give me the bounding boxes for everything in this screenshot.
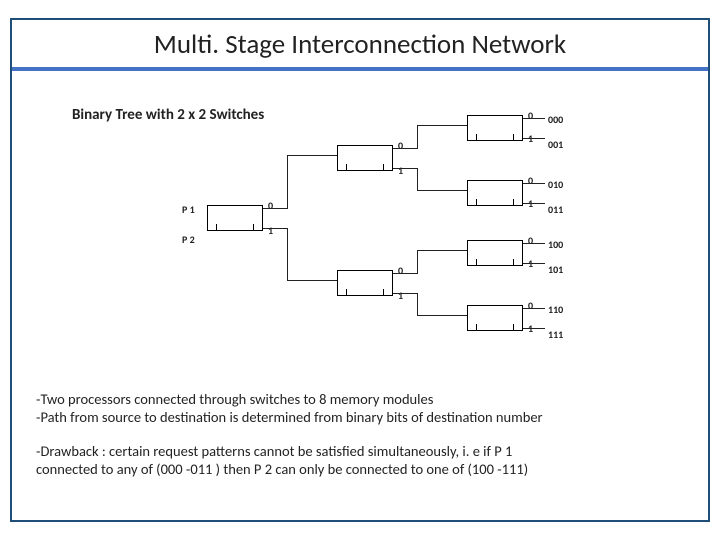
- slide-title: Multi. Stage Interconnection Network: [12, 20, 708, 67]
- wire-s2t-0-h1: [393, 148, 417, 149]
- wire-s2t-1-h2: [417, 190, 467, 191]
- wire-s2b-0-v: [417, 250, 418, 274]
- wire-s3a-0: [523, 118, 545, 119]
- bit-s3c-0: 0: [528, 234, 533, 247]
- wire-s1-bot-h1: [263, 228, 287, 229]
- switch-stage2-top: [337, 145, 393, 171]
- mem-001: 001: [548, 138, 563, 151]
- title-divider: [12, 67, 708, 71]
- switch-stage1: [207, 205, 263, 231]
- bit-s2b-1: 1: [398, 289, 403, 302]
- network-diagram: P 1 P 2 0 1 0 1 0 1: [12, 100, 708, 360]
- wire-s2b-1-v: [417, 293, 418, 315]
- wire-s2t-1-h1: [393, 168, 417, 169]
- note-line-2: -Path from source to destination is dete…: [36, 408, 543, 426]
- note-line-1: -Two processors connected through switch…: [36, 390, 433, 408]
- wire-s1-bot-v: [287, 228, 288, 280]
- wire-s3b-0: [523, 183, 545, 184]
- wire-s3d-1: [523, 328, 545, 329]
- note-line-3: -Drawback : certain request patterns can…: [36, 442, 512, 460]
- proc-p2: P 2: [182, 233, 195, 246]
- wire-s1-top-h2: [287, 155, 337, 156]
- wire-s2t-0-h2: [417, 125, 467, 126]
- wire-s2t-0-v: [417, 125, 418, 149]
- wire-s2b-0-h2: [417, 250, 467, 251]
- wire-s1-top-v: [287, 155, 288, 209]
- slide-notes: -Two processors connected through switch…: [36, 390, 688, 495]
- bit-s3d-0: 0: [528, 299, 533, 312]
- wire-s2b-1-h2: [417, 315, 467, 316]
- note-line-4: connected to any of (000 -011 ) then P 2…: [36, 460, 528, 478]
- switch-stage2-bot: [337, 270, 393, 296]
- switch-stage3-c: [467, 240, 523, 266]
- mem-111: 111: [548, 328, 563, 341]
- bit-s1-1: 1: [268, 224, 273, 237]
- wire-s1-bot-h2: [287, 280, 337, 281]
- switch-stage3-d: [467, 305, 523, 331]
- bit-s2b-0: 0: [398, 264, 403, 277]
- mem-010: 010: [548, 178, 563, 191]
- wire-s3b-1: [523, 203, 545, 204]
- wire-s2b-0-h1: [393, 273, 417, 274]
- wire-s3c-1: [523, 263, 545, 264]
- switch-stage3-b: [467, 180, 523, 206]
- wire-s2t-1-v: [417, 168, 418, 190]
- bit-s3a-0: 0: [528, 109, 533, 122]
- wire-s3d-0: [523, 308, 545, 309]
- bit-s1-0: 0: [268, 199, 273, 212]
- bit-s3b-0: 0: [528, 174, 533, 187]
- mem-110: 110: [548, 303, 563, 316]
- wire-s1-top-h1: [263, 208, 287, 209]
- wire-s2b-1-h1: [393, 293, 417, 294]
- mem-011: 011: [548, 203, 563, 216]
- slide-frame: Multi. Stage Interconnection Network Bin…: [10, 18, 710, 522]
- bit-s2t-0: 0: [398, 139, 403, 152]
- switch-stage3-a: [467, 115, 523, 141]
- wire-s3a-1: [523, 138, 545, 139]
- proc-p1: P 1: [182, 203, 195, 216]
- bit-s2t-1: 1: [398, 164, 403, 177]
- mem-100: 100: [548, 238, 563, 251]
- mem-101: 101: [548, 263, 563, 276]
- wire-s3c-0: [523, 243, 545, 244]
- mem-000: 000: [548, 113, 563, 126]
